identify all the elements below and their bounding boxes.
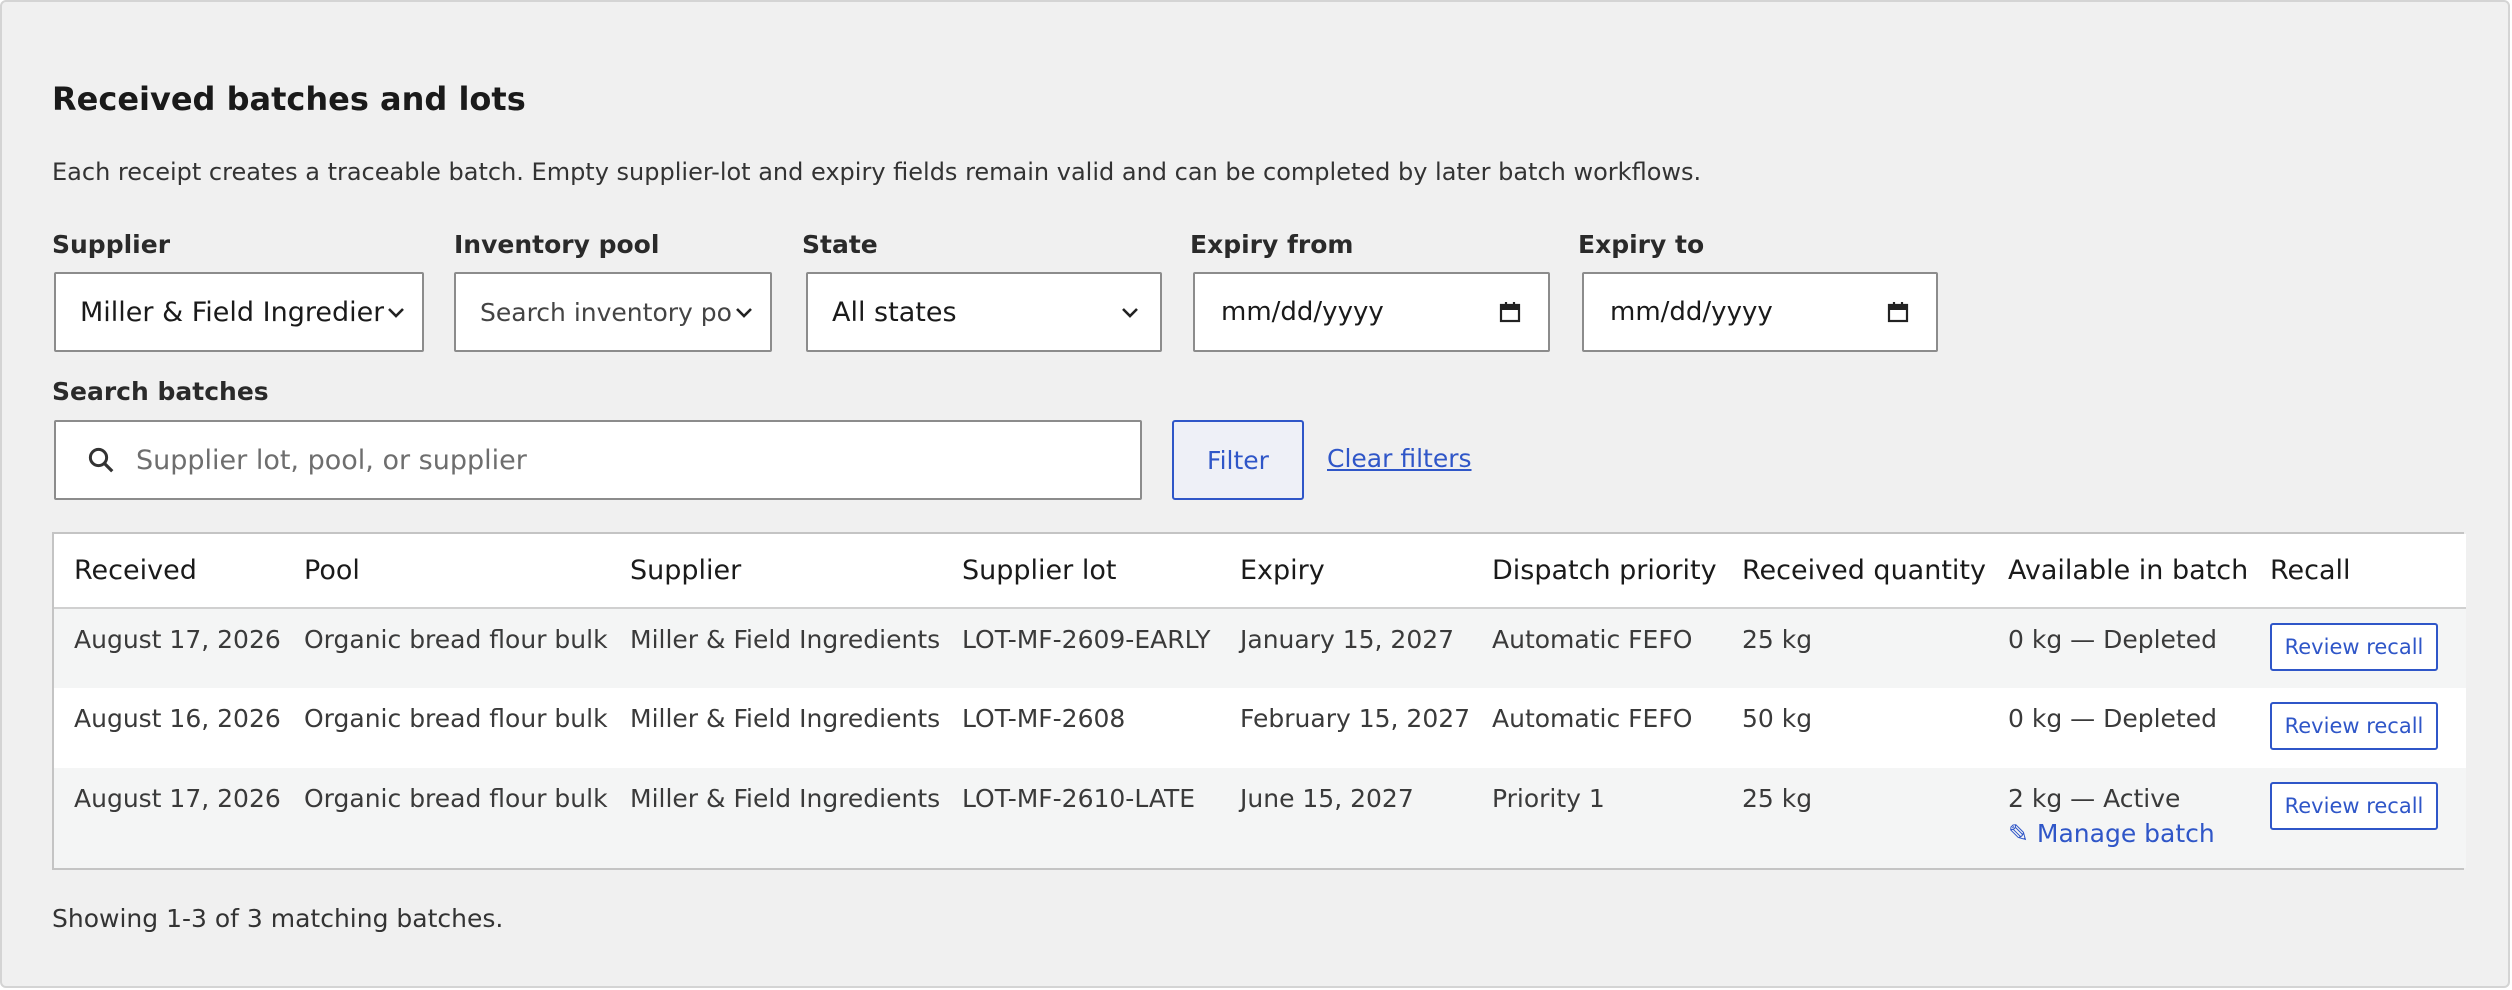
chevron-down-icon (388, 308, 404, 318)
table-row: August 17, 2026 Organic bread flour bulk… (54, 608, 2466, 688)
column-header-supplier-lot: Supplier lot (942, 534, 1220, 609)
search-batches-placeholder: Supplier lot, pool, or supplier (136, 444, 527, 476)
review-recall-button[interactable]: Review recall (2270, 702, 2438, 750)
column-header-available: Available in batch (1988, 534, 2250, 609)
cell-supplier-lot: LOT-MF-2610-LATE (942, 768, 1220, 868)
column-header-pool: Pool (284, 534, 610, 609)
column-header-recall: Recall (2250, 534, 2466, 609)
cell-expiry: June 15, 2027 (1220, 768, 1472, 868)
column-header-received-quantity: Received quantity (1722, 534, 1988, 609)
cell-available: 0 kg — Depleted (1988, 688, 2250, 768)
expiry-from-label: Expiry from (1190, 230, 1354, 259)
expiry-to-placeholder: mm/dd/yyyy (1610, 297, 1773, 327)
received-batches-panel: Received batches and lots Each receipt c… (0, 0, 2510, 988)
inventory-pool-label: Inventory pool (454, 230, 660, 259)
cell-supplier-lot: LOT-MF-2608 (942, 688, 1220, 768)
clear-filters-link[interactable]: Clear filters (1327, 444, 1472, 473)
cell-received: August 16, 2026 (54, 688, 284, 768)
cell-expiry: February 15, 2027 (1220, 688, 1472, 768)
cell-pool: Organic bread flour bulk (284, 688, 610, 768)
search-batches-input[interactable]: Supplier lot, pool, or supplier (54, 420, 1142, 500)
cell-supplier: Miller & Field Ingredients (610, 608, 942, 688)
review-recall-button[interactable]: Review recall (2270, 623, 2438, 671)
search-icon (88, 447, 114, 473)
search-batches-label: Search batches (52, 377, 269, 406)
review-recall-button[interactable]: Review recall (2270, 782, 2438, 830)
cell-dispatch-priority: Automatic FEFO (1472, 608, 1722, 688)
expiry-from-placeholder: mm/dd/yyyy (1221, 297, 1384, 327)
inventory-pool-select[interactable]: Search inventory pools (454, 272, 772, 352)
state-select[interactable]: All states (806, 272, 1162, 352)
cell-received-quantity: 25 kg (1722, 768, 1988, 868)
cell-recall: Review recall (2250, 688, 2466, 768)
results-summary: Showing 1-3 of 3 matching batches. (52, 904, 504, 933)
cell-dispatch-priority: Priority 1 (1472, 768, 1722, 868)
supplier-select-value: Miller & Field Ingredients (80, 296, 384, 328)
state-select-value: All states (832, 296, 957, 328)
cell-dispatch-priority: Automatic FEFO (1472, 688, 1722, 768)
cell-supplier: Miller & Field Ingredients (610, 688, 942, 768)
cell-pool: Organic bread flour bulk (284, 608, 610, 688)
expiry-to-label: Expiry to (1578, 230, 1705, 259)
cell-received-quantity: 25 kg (1722, 608, 1988, 688)
cell-received: August 17, 2026 (54, 768, 284, 868)
calendar-icon[interactable] (1886, 300, 1910, 324)
cell-received-quantity: 50 kg (1722, 688, 1988, 768)
supplier-label: Supplier (52, 230, 171, 259)
available-status: 2 kg — Active (2008, 784, 2181, 813)
cell-available: 0 kg — Depleted (1988, 608, 2250, 688)
filter-button[interactable]: Filter (1172, 420, 1304, 500)
cell-available: 2 kg — Active ✎ Manage batch (1988, 768, 2250, 868)
column-header-dispatch-priority: Dispatch priority (1472, 534, 1722, 609)
chevron-down-icon (1122, 308, 1138, 318)
chevron-down-icon (736, 308, 752, 318)
cell-recall: Review recall (2250, 768, 2466, 868)
page-title: Received batches and lots (52, 80, 526, 118)
state-label: State (802, 230, 878, 259)
expiry-from-input[interactable]: mm/dd/yyyy (1193, 272, 1550, 352)
cell-expiry: January 15, 2027 (1220, 608, 1472, 688)
batches-table: Received Pool Supplier Supplier lot Expi… (52, 532, 2466, 870)
manage-batch-link[interactable]: ✎ Manage batch (2008, 819, 2250, 848)
cell-received: August 17, 2026 (54, 608, 284, 688)
supplier-select[interactable]: Miller & Field Ingredients (54, 272, 424, 352)
cell-supplier-lot: LOT-MF-2609-EARLY (942, 608, 1220, 688)
expiry-to-input[interactable]: mm/dd/yyyy (1582, 272, 1938, 352)
cell-supplier: Miller & Field Ingredients (610, 768, 942, 868)
cell-pool: Organic bread flour bulk (284, 768, 610, 868)
table-row: August 17, 2026 Organic bread flour bulk… (54, 768, 2466, 868)
column-header-supplier: Supplier (610, 534, 942, 609)
calendar-icon[interactable] (1498, 300, 1522, 324)
column-header-received: Received (54, 534, 284, 609)
page-description: Each receipt creates a traceable batch. … (52, 158, 1702, 186)
column-header-expiry: Expiry (1220, 534, 1472, 609)
table-row: August 16, 2026 Organic bread flour bulk… (54, 688, 2466, 768)
table-header-row: Received Pool Supplier Supplier lot Expi… (54, 534, 2466, 609)
cell-recall: Review recall (2250, 608, 2466, 688)
inventory-pool-placeholder: Search inventory pools (480, 297, 732, 327)
